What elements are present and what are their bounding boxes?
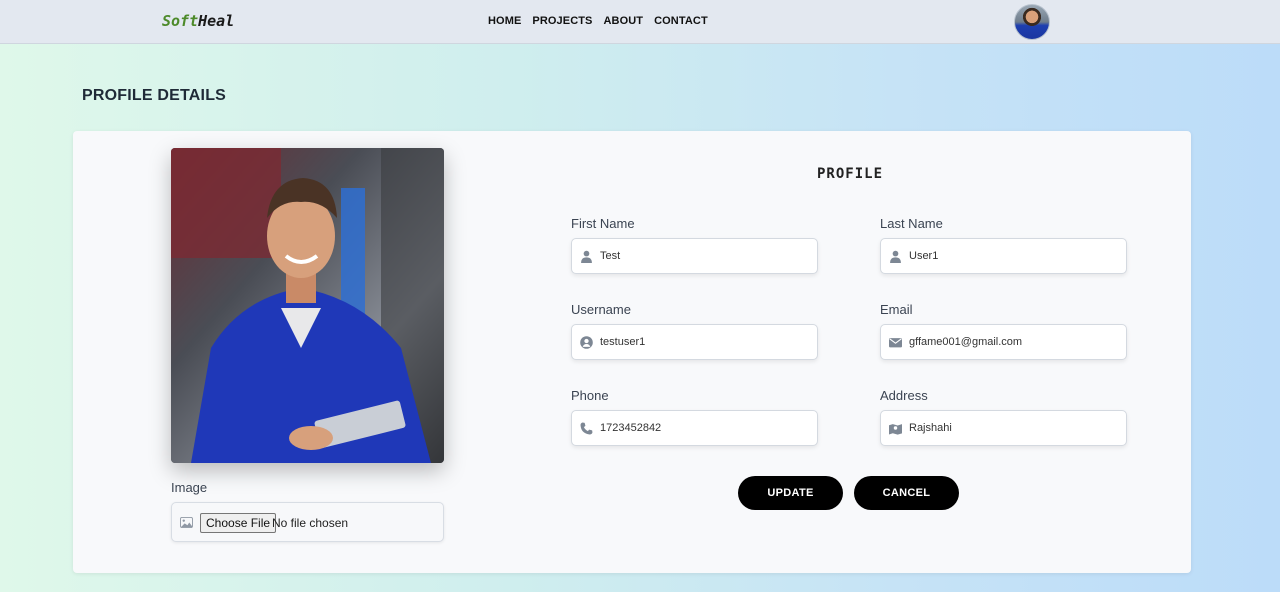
image-upload-field: Choose File No file chosen (171, 502, 444, 542)
phone-field (571, 410, 818, 446)
map-icon (889, 424, 902, 435)
phone-label: Phone (571, 388, 609, 403)
first-name-field (571, 238, 818, 274)
page-title: PROFILE DETAILS (82, 87, 227, 104)
first-name-label: First Name (571, 216, 635, 231)
envelope-icon (889, 338, 902, 348)
address-label: Address (880, 388, 928, 403)
username-label: Username (571, 302, 631, 317)
email-field (880, 324, 1127, 360)
phone-icon (580, 422, 593, 435)
last-name-field (880, 238, 1127, 274)
image-icon (180, 517, 193, 528)
image-label: Image (171, 480, 208, 495)
profile-photo (171, 148, 444, 463)
brand-logo-part1: Soft (162, 12, 199, 30)
last-name-label: Last Name (880, 216, 943, 231)
last-name-input[interactable] (909, 239, 1119, 273)
form-title: PROFILE (817, 166, 884, 182)
username-input[interactable] (600, 325, 810, 359)
nav-link-contact[interactable]: CONTACT (654, 15, 708, 27)
email-label: Email (880, 302, 913, 317)
user-circle-icon (580, 336, 593, 349)
username-field (571, 324, 818, 360)
cancel-button[interactable]: CANCEL (854, 476, 959, 510)
user-icon (890, 250, 901, 263)
phone-input[interactable] (600, 411, 810, 445)
email-input[interactable] (909, 325, 1119, 359)
navbar: SoftHeal HOME PROJECTS ABOUT CONTACT (0, 0, 1280, 44)
address-field (880, 410, 1127, 446)
update-button[interactable]: UPDATE (738, 476, 843, 510)
user-avatar[interactable] (1014, 4, 1050, 40)
choose-file-button[interactable]: Choose File (200, 513, 277, 533)
nav-link-home[interactable]: HOME (488, 15, 521, 27)
brand-logo[interactable]: SoftHeal (162, 12, 234, 30)
nav-link-about[interactable]: ABOUT (604, 15, 644, 27)
nav-link-projects[interactable]: PROJECTS (532, 15, 592, 27)
nav-menu: HOME PROJECTS ABOUT CONTACT (488, 15, 708, 27)
user-icon (581, 250, 592, 263)
profile-card: Image Choose File No file chosen PROFILE… (73, 131, 1191, 573)
first-name-input[interactable] (600, 239, 810, 273)
file-status: No file chosen (272, 516, 349, 530)
brand-logo-part2: Heal (198, 12, 235, 30)
address-input[interactable] (909, 411, 1119, 445)
